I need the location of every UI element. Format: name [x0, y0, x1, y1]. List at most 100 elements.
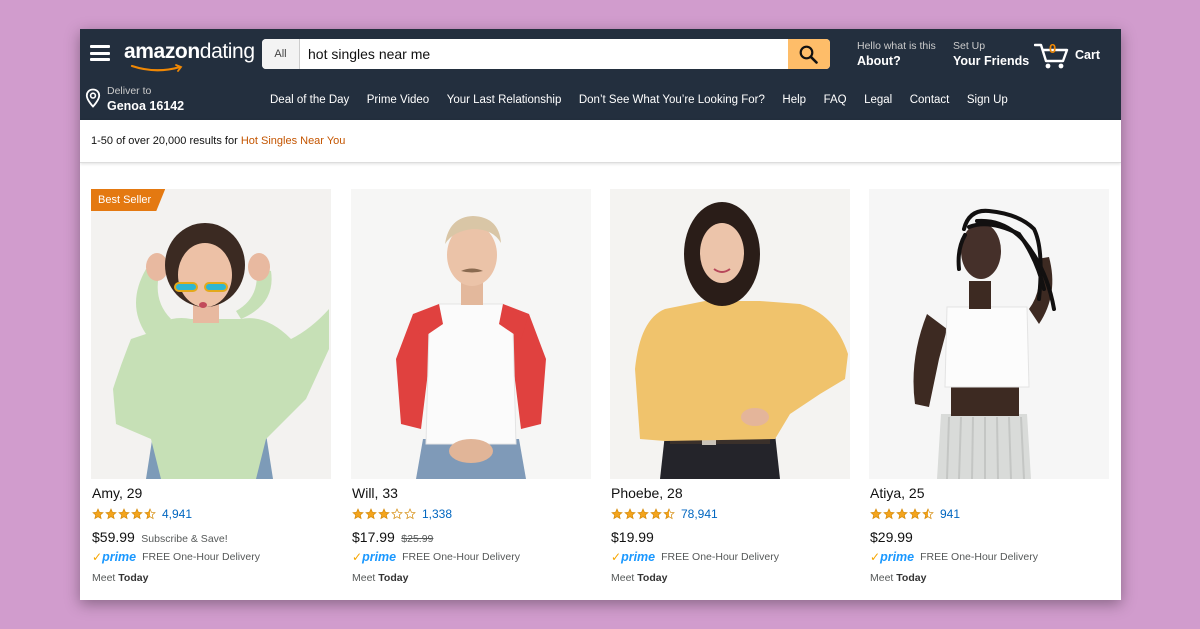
meet-line: Meet Today	[870, 572, 926, 584]
meet-when: Today	[637, 572, 668, 584]
product-name[interactable]: Atiya, 25	[870, 485, 924, 501]
cart-label: Cart	[1075, 48, 1101, 62]
rating: 941	[870, 507, 960, 521]
meet-line: Meet Today	[92, 572, 148, 584]
prime-line: ✓ prime FREE One-Hour Delivery	[352, 550, 520, 564]
best-seller-badge: Best Seller	[91, 189, 166, 211]
star-icon	[105, 508, 117, 520]
meet-when: Today	[118, 572, 149, 584]
original-price: $25.99	[401, 533, 434, 545]
meet-prefix: Meet	[870, 572, 894, 584]
review-count[interactable]: 78,941	[681, 507, 718, 521]
nav-link-deal-of-the-day[interactable]: Deal of the Day	[270, 94, 349, 106]
friends-link[interactable]: Set Up Your Friends	[953, 40, 1029, 69]
star-icon	[650, 508, 662, 520]
cart-button[interactable]: 0 Cart	[1034, 40, 1116, 70]
star-icon	[922, 508, 934, 520]
product-card: Will, 33 1,338 $17.99 $25.99 ✓ prime FRE…	[351, 189, 591, 589]
nav-link-contact[interactable]: Contact	[910, 94, 950, 106]
star-icon	[118, 508, 130, 520]
price-line: $59.99 Subscribe & Save!	[92, 529, 228, 547]
logo-part-2: dating	[199, 40, 255, 63]
price: $17.99	[352, 529, 395, 545]
search-input[interactable]	[300, 39, 788, 69]
product-name[interactable]: Phoebe, 28	[611, 485, 683, 501]
star-icon	[391, 508, 403, 520]
prime-line: ✓ prime FREE One-Hour Delivery	[92, 550, 260, 564]
meet-line: Meet Today	[352, 572, 408, 584]
star-rating	[92, 508, 157, 520]
nav-link-last-relationship[interactable]: Your Last Relationship	[447, 94, 562, 106]
product-photo[interactable]: Best Seller	[91, 189, 331, 479]
star-icon	[663, 508, 675, 520]
delivery-text: FREE One-Hour Delivery	[142, 551, 260, 563]
subscribe-save: Subscribe & Save!	[141, 533, 228, 545]
star-icon	[365, 508, 377, 520]
nav-link-sign-up[interactable]: Sign Up	[967, 94, 1008, 106]
top-header: amazondating All Hello what is this Abou…	[80, 29, 1121, 80]
star-rating	[352, 508, 417, 520]
star-icon	[870, 508, 882, 520]
results-summary: 1-50 of over 20,000 results for Hot Sing…	[91, 135, 345, 147]
prime-logo: prime	[621, 550, 656, 564]
menu-icon[interactable]	[90, 45, 110, 61]
logo-part-1: amazon	[124, 40, 200, 63]
prime-check-icon: ✓	[92, 550, 103, 564]
about-line-1: Hello what is this	[857, 40, 936, 52]
star-icon	[92, 508, 104, 520]
product-card: Atiya, 25 941 $29.99 ✓ prime FREE One-Ho…	[869, 189, 1109, 589]
price-line: $29.99	[870, 529, 913, 547]
deliver-to[interactable]: Deliver to Genoa 16142	[85, 83, 205, 117]
nav-link-prime-video[interactable]: Prime Video	[367, 94, 429, 106]
results-count: 1-50 of over 20,000 results for	[91, 135, 238, 147]
deliver-line-1: Deliver to	[107, 85, 152, 97]
star-icon	[611, 508, 623, 520]
nav-link-help[interactable]: Help	[782, 94, 806, 106]
meet-prefix: Meet	[92, 572, 116, 584]
prime-check-icon: ✓	[870, 550, 881, 564]
search-category-dropdown[interactable]: All	[262, 39, 300, 69]
review-count[interactable]: 941	[940, 507, 960, 521]
sub-navigation: Deliver to Genoa 16142 Deal of the Day P…	[80, 80, 1121, 120]
meet-prefix: Meet	[611, 572, 635, 584]
nav-link-looking-for[interactable]: Don’t See What You’re Looking For?	[579, 94, 765, 106]
logo-smile-icon	[130, 64, 183, 72]
price-line: $17.99 $25.99	[352, 529, 433, 547]
review-count[interactable]: 4,941	[162, 507, 192, 521]
prime-logo: prime	[880, 550, 915, 564]
star-rating	[870, 508, 935, 520]
price-line: $19.99	[611, 529, 654, 547]
prime-check-icon: ✓	[611, 550, 622, 564]
search-icon	[799, 45, 818, 64]
product-photo[interactable]	[610, 189, 850, 479]
results-bar: 1-50 of over 20,000 results for Hot Sing…	[80, 120, 1121, 163]
star-icon	[352, 508, 364, 520]
product-name[interactable]: Amy, 29	[92, 485, 142, 501]
review-count[interactable]: 1,338	[422, 507, 452, 521]
delivery-text: FREE One-Hour Delivery	[402, 551, 520, 563]
product-name[interactable]: Will, 33	[352, 485, 398, 501]
meet-prefix: Meet	[352, 572, 376, 584]
star-icon	[909, 508, 921, 520]
meet-when: Today	[896, 572, 927, 584]
product-photo[interactable]	[351, 189, 591, 479]
product-card: Best Seller Amy, 29 4,941 $59.99 Subscri…	[91, 189, 331, 589]
product-photo[interactable]	[869, 189, 1109, 479]
nav-link-faq[interactable]: FAQ	[824, 94, 847, 106]
search-button[interactable]	[788, 39, 830, 69]
prime-line: ✓ prime FREE One-Hour Delivery	[611, 550, 779, 564]
about-link[interactable]: Hello what is this About?	[857, 40, 936, 69]
star-icon	[896, 508, 908, 520]
friends-line-1: Set Up	[953, 40, 986, 52]
results-query[interactable]: Hot Singles Near You	[241, 135, 346, 147]
nav-link-legal[interactable]: Legal	[864, 94, 892, 106]
friends-line-2: Your Friends	[953, 54, 1030, 68]
prime-logo: prime	[362, 550, 397, 564]
price: $59.99	[92, 529, 135, 545]
logo[interactable]: amazondating	[124, 39, 255, 73]
rating: 1,338	[352, 507, 452, 521]
rating: 78,941	[611, 507, 718, 521]
deliver-location: Genoa 16142	[107, 99, 185, 113]
star-icon	[883, 508, 895, 520]
star-rating	[611, 508, 676, 520]
